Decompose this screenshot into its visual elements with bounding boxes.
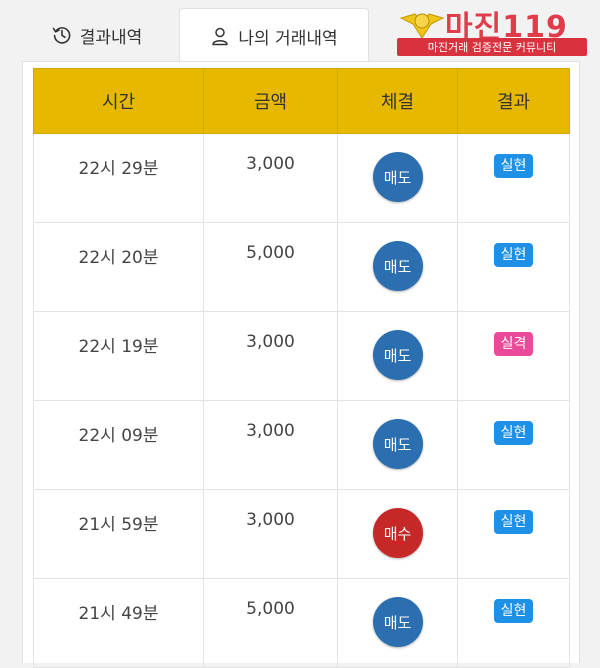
logo-emblem-icon [399, 13, 445, 39]
trade-sell-badge: 매도 [372, 597, 423, 647]
table-row: 22시 19분 3,000 매도 실격 [33, 311, 570, 401]
trade-sell-badge: 매도 [372, 241, 423, 291]
tab-my-trades-label: 나의 거래내역 [238, 28, 338, 49]
cell-trade: 매도 [337, 400, 458, 490]
trade-sell-badge: 매도 [372, 152, 423, 202]
table-header-row: 시간 금액 체결 결과 [33, 68, 570, 134]
cell-amount: 3,000 [203, 133, 338, 223]
cell-result: 실격 [457, 311, 570, 401]
site-logo[interactable]: 마진119 마진거래 검증전문 커뮤니티 [395, 2, 595, 58]
cell-trade: 매도 [337, 133, 458, 223]
cell-result: 실현 [457, 578, 570, 668]
cell-result: 실현 [457, 400, 570, 490]
cell-amount: 3,000 [203, 400, 338, 490]
cell-result: 실현 [457, 133, 570, 223]
cell-time: 21시 49분 [33, 578, 204, 668]
cell-trade: 매도 [337, 578, 458, 668]
header-result: 결과 [457, 68, 570, 134]
tab-result-history[interactable]: 결과내역 [22, 8, 172, 62]
trade-buy-badge: 매수 [372, 508, 423, 558]
table-row: 21시 49분 5,000 매도 실현 [33, 578, 570, 668]
cell-trade: 매도 [337, 311, 458, 401]
cell-time: 22시 09분 [33, 400, 204, 490]
cell-time: 21시 59분 [33, 489, 204, 579]
user-icon [210, 26, 230, 46]
cell-amount: 3,000 [203, 489, 338, 579]
table-row: 22시 20분 5,000 매도 실현 [33, 222, 570, 312]
history-clock-icon [52, 25, 72, 45]
trade-table: 시간 금액 체결 결과 22시 29분 3,000 매도 실현 22시 20분 … [33, 68, 570, 668]
tab-result-history-label: 결과내역 [79, 27, 143, 48]
cell-amount: 5,000 [203, 222, 338, 312]
header-trade: 체결 [337, 68, 458, 134]
result-badge: 실현 [493, 421, 534, 445]
cell-result: 실현 [457, 489, 570, 579]
trade-sell-badge: 매도 [372, 330, 423, 380]
table-row: 22시 29분 3,000 매도 실현 [33, 133, 570, 223]
result-badge: 실현 [493, 154, 534, 178]
result-badge: 실현 [493, 599, 534, 623]
logo-subtitle: 마진거래 검증전문 커뮤니티 [397, 38, 587, 56]
cell-time: 22시 19분 [33, 311, 204, 401]
trade-panel: 시간 금액 체결 결과 22시 29분 3,000 매도 실현 22시 20분 … [22, 61, 580, 668]
cell-result: 실현 [457, 222, 570, 312]
cell-trade: 매도 [337, 222, 458, 312]
result-badge: 실격 [493, 332, 534, 356]
result-badge: 실현 [493, 510, 534, 534]
result-badge: 실현 [493, 243, 534, 267]
table-row: 22시 09분 3,000 매도 실현 [33, 400, 570, 490]
cell-trade: 매수 [337, 489, 458, 579]
cell-amount: 5,000 [203, 578, 338, 668]
cell-time: 22시 29분 [33, 133, 204, 223]
header-amount: 금액 [203, 68, 338, 134]
header-time: 시간 [33, 68, 204, 134]
tab-my-trades[interactable]: 나의 거래내역 [179, 8, 369, 63]
cell-time: 22시 20분 [33, 222, 204, 312]
table-row: 21시 59분 3,000 매수 실현 [33, 489, 570, 579]
trade-sell-badge: 매도 [372, 419, 423, 469]
cell-amount: 3,000 [203, 311, 338, 401]
top-tab-bar: 결과내역 나의 거래내역 마진119 마진거래 검증전문 커뮤니티 [0, 0, 600, 63]
